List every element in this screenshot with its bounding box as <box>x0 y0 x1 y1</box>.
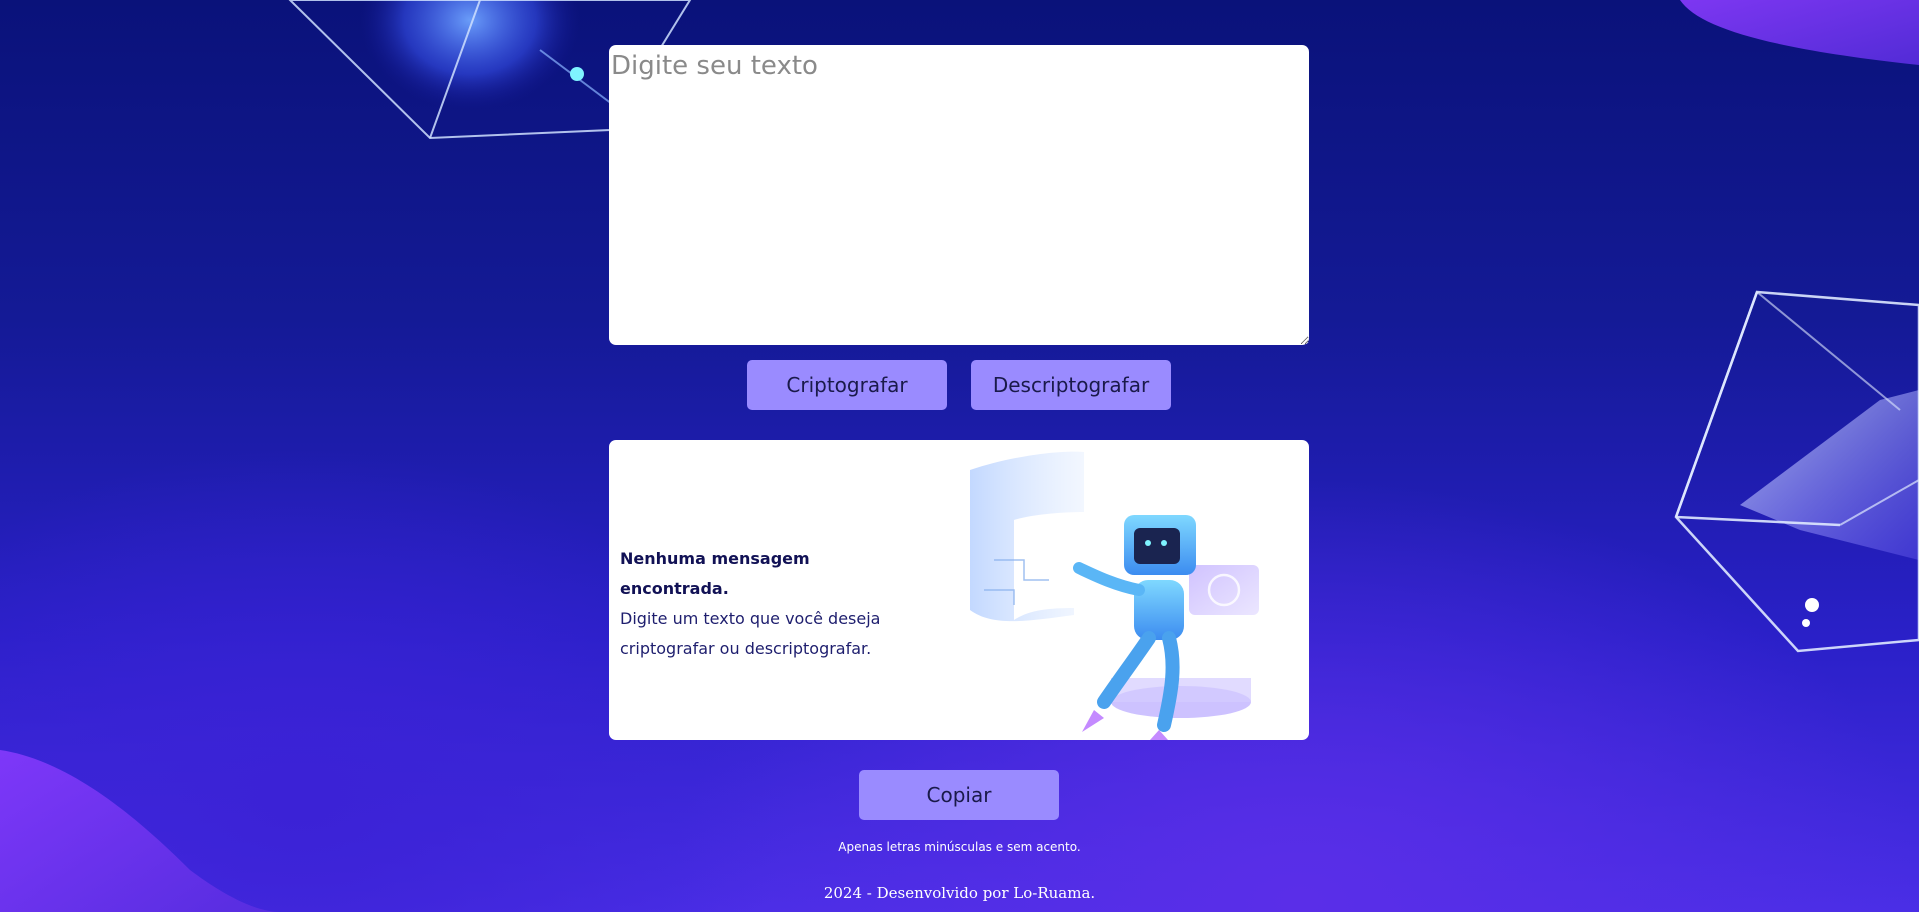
robot-illustration <box>970 451 1259 740</box>
glow-dot-right-small <box>1802 619 1810 627</box>
message-input[interactable] <box>609 45 1309 345</box>
output-card: Nenhuma mensagem encontrada. Digite um t… <box>609 440 1309 740</box>
decrypt-button[interactable]: Descriptografar <box>971 360 1171 410</box>
output-description-line2: criptografar ou descriptografar. <box>620 639 872 658</box>
cube-edge-right-2 <box>1675 515 1841 527</box>
output-title: Nenhuma mensagem encontrada. <box>620 549 810 598</box>
corner-blob <box>1680 0 1919 65</box>
robot-leg-right <box>1157 631 1180 732</box>
light-ray <box>539 49 621 111</box>
platform-body <box>1111 678 1251 702</box>
cube-edge-right-4 <box>1756 291 1901 411</box>
prism-shape <box>1740 390 1919 560</box>
cube-edge <box>429 0 481 139</box>
glow-dot-right <box>1805 598 1819 612</box>
encrypt-button[interactable]: Criptografar <box>747 360 947 410</box>
footer-credit: 2024 - Desenvolvido por Lo-Ruama. <box>823 884 1096 902</box>
output-description-line1: Digite um texto que você deseja <box>620 609 881 628</box>
glow-dot <box>570 67 584 81</box>
output-message: Nenhuma mensagem encontrada. Digite um t… <box>620 544 920 664</box>
robot-eye-left <box>1145 540 1151 546</box>
glow-shape <box>360 0 580 110</box>
holo-panel <box>970 451 1084 622</box>
robot-screen <box>1134 528 1180 564</box>
input-hint: Apenas letras minúsculas e sem acento. <box>838 840 1081 854</box>
robot-eye-right <box>1161 540 1167 546</box>
thruster-flame-left <box>1082 710 1104 732</box>
side-panel <box>1189 565 1259 615</box>
cube-outline-right <box>1674 290 1919 653</box>
cube-edge-right <box>1674 291 1759 518</box>
copy-button[interactable]: Copiar <box>859 770 1059 820</box>
cube-edge-right-3 <box>1839 479 1919 526</box>
